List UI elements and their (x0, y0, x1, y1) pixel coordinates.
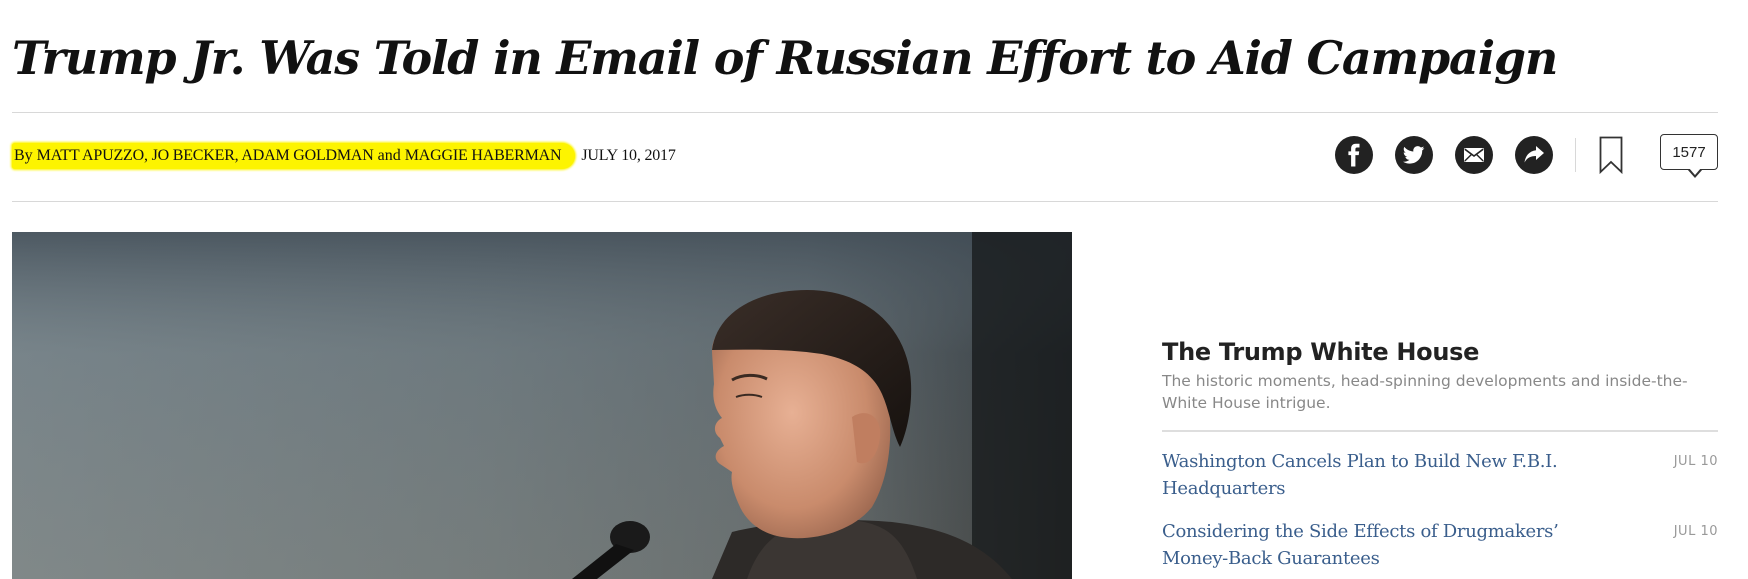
rail-description: The historic moments, head-spinning deve… (1162, 372, 1688, 412)
email-share-button[interactable] (1455, 136, 1493, 174)
facebook-icon (1348, 143, 1360, 167)
rail-story-link[interactable]: Considering the Side Effects of Drugmake… (1162, 518, 1592, 572)
byline-prefix: By (14, 147, 33, 164)
comments-button[interactable]: 1577 (1660, 134, 1718, 178)
article-headline: Trump Jr. Was Told in Email of Russian E… (12, 31, 1558, 85)
byline-last-author[interactable]: MAGGIE HABERMAN (405, 147, 562, 164)
photo-image (12, 232, 1072, 579)
byline-row: By MATT APUZZO, JO BECKER, ADAM GOLDMAN … (12, 140, 676, 172)
rail-story-link[interactable]: Washington Cancels Plan to Build New F.B… (1162, 448, 1592, 502)
byline-authors[interactable]: MATT APUZZO, JO BECKER, ADAM GOLDMAN (37, 147, 374, 164)
save-article-button[interactable] (1598, 135, 1624, 175)
rail-story-date: JUL 10 (1673, 454, 1718, 469)
rail-story-item: Washington Cancels Plan to Build New F.B… (1162, 448, 1718, 502)
twitter-share-button[interactable] (1395, 136, 1433, 174)
share-toolbar: 1577 (1313, 134, 1718, 178)
toolbar-divider (1575, 138, 1576, 172)
twitter-icon (1403, 146, 1425, 164)
email-icon (1464, 148, 1484, 162)
comment-count: 1577 (1672, 143, 1706, 161)
byline-and: and (377, 147, 401, 164)
rail-divider (1162, 430, 1718, 432)
more-share-button[interactable] (1515, 136, 1553, 174)
rail-story-item: Considering the Side Effects of Drugmake… (1162, 518, 1718, 572)
article-date: JULY 10, 2017 (581, 147, 676, 164)
rail-story-list: Washington Cancels Plan to Build New F.B… (1162, 448, 1718, 572)
trump-white-house-module: The Trump White House The historic momen… (1162, 336, 1718, 572)
share-arrow-icon (1524, 146, 1544, 163)
byline-highlight: By MATT APUZZO, JO BECKER, ADAM GOLDMAN … (12, 143, 576, 169)
rail-title[interactable]: The Trump White House (1162, 336, 1718, 368)
facebook-share-button[interactable] (1335, 136, 1373, 174)
bookmark-icon (1599, 136, 1623, 174)
article-lead-photo (12, 232, 1072, 579)
header-divider (12, 112, 1718, 113)
byline-divider (12, 201, 1718, 202)
rail-story-date: JUL 10 (1673, 524, 1718, 539)
